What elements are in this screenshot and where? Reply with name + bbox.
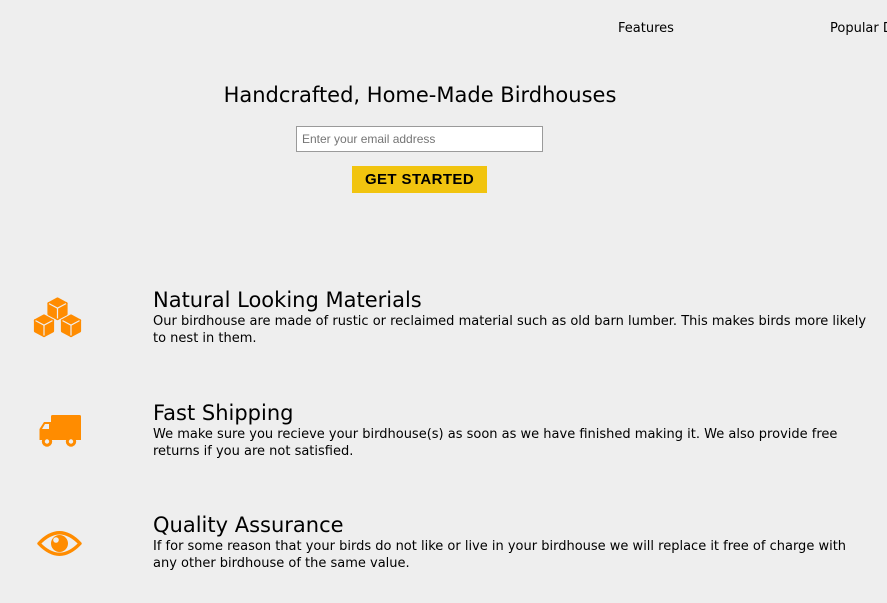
nav-link-features[interactable]: Features — [618, 21, 674, 37]
feature-title: Quality Assurance — [153, 513, 344, 537]
get-started-button[interactable]: GET STARTED — [352, 166, 487, 193]
feature-description: If for some reason that your birds do no… — [153, 539, 847, 571]
cubes-icon — [31, 296, 84, 344]
feature-title: Natural Looking Materials — [153, 288, 422, 312]
feature-description: We make sure you recieve your birdhouse(… — [153, 427, 838, 459]
eye-icon — [37, 528, 82, 563]
page: Features Popular D Handcrafted, Home-Mad… — [0, 0, 887, 603]
nav-link-popular[interactable]: Popular D — [830, 21, 887, 37]
feature-title: Fast Shipping — [153, 401, 294, 425]
truck-icon — [38, 413, 82, 453]
email-input[interactable] — [296, 126, 543, 152]
feature-description: Our birdhouse are made of rustic or recl… — [153, 314, 867, 346]
hero-title: Handcrafted, Home-Made Birdhouses — [223, 83, 617, 107]
